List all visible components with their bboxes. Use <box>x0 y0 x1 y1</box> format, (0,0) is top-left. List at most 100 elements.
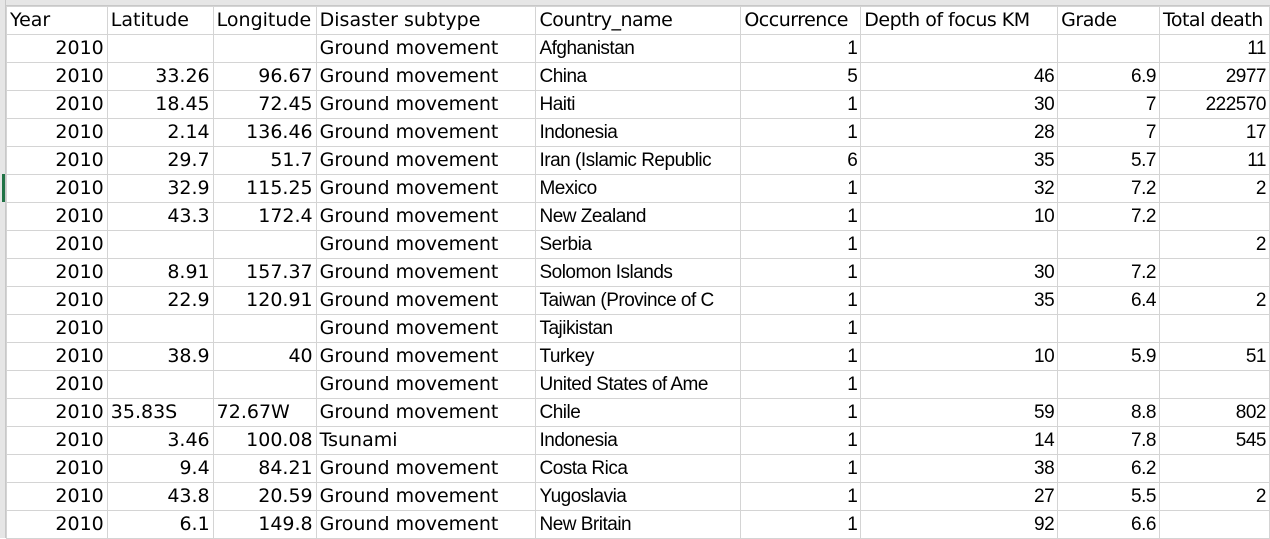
cell-grade[interactable]: 8.8 <box>1057 398 1160 427</box>
cell-year[interactable]: 2010 <box>6 482 108 511</box>
cell-longitude[interactable] <box>212 34 317 63</box>
cell-grade[interactable]: 5.7 <box>1057 146 1160 175</box>
cell-occurrence[interactable]: 1 <box>740 174 862 203</box>
cell-occurrence[interactable]: 1 <box>740 286 862 315</box>
cell-grade[interactable]: 6.9 <box>1057 62 1160 91</box>
cell-depth[interactable]: 46 <box>860 62 1059 91</box>
cell-latitude[interactable]: 3.46 <box>106 426 214 455</box>
cell-deaths[interactable] <box>1158 202 1270 231</box>
cell-year[interactable]: 2010 <box>6 90 108 119</box>
cell-depth[interactable] <box>860 370 1059 399</box>
cell-depth[interactable]: 38 <box>860 454 1059 483</box>
cell-occurrence[interactable]: 1 <box>740 398 862 427</box>
cell-year[interactable]: 2010 <box>6 370 108 399</box>
cell-subtype[interactable]: Ground movement <box>315 370 537 399</box>
cell-deaths[interactable]: 802 <box>1158 398 1270 427</box>
cell-occurrence[interactable]: 1 <box>740 90 862 119</box>
cell-country[interactable]: China <box>535 62 742 91</box>
cell-latitude[interactable] <box>106 314 214 343</box>
cell-grade[interactable] <box>1057 314 1160 343</box>
cell-subtype[interactable]: Ground movement <box>315 230 537 259</box>
cell-subtype[interactable]: Ground movement <box>315 286 537 315</box>
column-header-depth[interactable]: Depth of focus KM <box>860 6 1059 35</box>
cell-country[interactable]: Tajikistan <box>535 314 742 343</box>
cell-year[interactable]: 2010 <box>6 174 108 203</box>
cell-grade[interactable]: 7 <box>1057 118 1160 147</box>
cell-deaths[interactable]: 2 <box>1158 286 1270 315</box>
cell-grade[interactable]: 6.2 <box>1057 454 1160 483</box>
cell-subtype[interactable]: Ground movement <box>315 482 537 511</box>
cell-grade[interactable]: 6.4 <box>1057 286 1160 315</box>
cell-country[interactable]: Haiti <box>535 90 742 119</box>
cell-longitude[interactable] <box>212 370 317 399</box>
cell-longitude[interactable]: 136.46 <box>212 118 317 147</box>
cell-year[interactable]: 2010 <box>6 146 108 175</box>
cell-country[interactable]: United States of Ame <box>535 370 742 399</box>
cell-country[interactable]: Turkey <box>535 342 742 371</box>
cell-latitude[interactable]: 18.45 <box>106 90 214 119</box>
cell-deaths[interactable] <box>1158 258 1270 287</box>
cell-occurrence[interactable]: 1 <box>740 34 862 63</box>
cell-country[interactable]: Indonesia <box>535 426 742 455</box>
column-header-latitude[interactable]: Latitude <box>106 6 214 35</box>
cell-occurrence[interactable]: 6 <box>740 146 862 175</box>
cell-subtype[interactable]: Ground movement <box>315 510 537 539</box>
cell-latitude[interactable]: 33.26 <box>106 62 214 91</box>
column-header-year[interactable]: Year <box>6 6 108 35</box>
cell-subtype[interactable]: Ground movement <box>315 314 537 343</box>
cell-deaths[interactable]: 2 <box>1158 174 1270 203</box>
cell-deaths[interactable]: 11 <box>1158 34 1270 63</box>
cell-depth[interactable] <box>860 314 1059 343</box>
cell-year[interactable]: 2010 <box>6 286 108 315</box>
cell-longitude[interactable]: 157.37 <box>212 258 317 287</box>
cell-country[interactable]: Afghanistan <box>535 34 742 63</box>
cell-year[interactable]: 2010 <box>6 426 108 455</box>
cell-longitude[interactable]: 40 <box>212 342 317 371</box>
cell-longitude[interactable]: 72.67W <box>212 398 317 427</box>
cell-occurrence[interactable]: 1 <box>740 202 862 231</box>
cell-depth[interactable]: 35 <box>860 146 1059 175</box>
cell-latitude[interactable]: 29.7 <box>106 146 214 175</box>
cell-longitude[interactable]: 84.21 <box>212 454 317 483</box>
cell-subtype[interactable]: Ground movement <box>315 454 537 483</box>
cell-depth[interactable]: 14 <box>860 426 1059 455</box>
cell-year[interactable]: 2010 <box>6 342 108 371</box>
cell-depth[interactable]: 10 <box>860 202 1059 231</box>
cell-country[interactable]: Indonesia <box>535 118 742 147</box>
cell-longitude[interactable]: 20.59 <box>212 482 317 511</box>
cell-deaths[interactable]: 2977 <box>1158 62 1270 91</box>
cell-subtype[interactable]: Ground movement <box>315 342 537 371</box>
cell-longitude[interactable]: 96.67 <box>212 62 317 91</box>
cell-year[interactable]: 2010 <box>6 62 108 91</box>
cell-depth[interactable]: 35 <box>860 286 1059 315</box>
column-header-longitude[interactable]: Longitude <box>212 6 317 35</box>
cell-deaths[interactable]: 222570 <box>1158 90 1270 119</box>
cell-latitude[interactable]: 22.9 <box>106 286 214 315</box>
cell-year[interactable]: 2010 <box>6 398 108 427</box>
cell-latitude[interactable] <box>106 370 214 399</box>
cell-occurrence[interactable]: 1 <box>740 370 862 399</box>
cell-longitude[interactable] <box>212 314 317 343</box>
cell-grade[interactable]: 5.5 <box>1057 482 1160 511</box>
cell-latitude[interactable]: 9.4 <box>106 454 214 483</box>
cell-latitude[interactable]: 8.91 <box>106 258 214 287</box>
cell-subtype[interactable]: Ground movement <box>315 62 537 91</box>
cell-year[interactable]: 2010 <box>6 230 108 259</box>
cell-longitude[interactable] <box>212 230 317 259</box>
cell-deaths[interactable]: 11 <box>1158 146 1270 175</box>
cell-country[interactable]: Iran (Islamic Republic <box>535 146 742 175</box>
cell-occurrence[interactable]: 5 <box>740 62 862 91</box>
cell-year[interactable]: 2010 <box>6 314 108 343</box>
column-header-subtype[interactable]: Disaster subtype <box>315 6 537 35</box>
cell-country[interactable]: Serbia <box>535 230 742 259</box>
cell-subtype[interactable]: Ground movement <box>315 146 537 175</box>
cell-latitude[interactable] <box>106 34 214 63</box>
cell-latitude[interactable]: 38.9 <box>106 342 214 371</box>
cell-grade[interactable]: 7 <box>1057 90 1160 119</box>
cell-latitude[interactable] <box>106 230 214 259</box>
cell-longitude[interactable]: 149.8 <box>212 510 317 539</box>
cell-depth[interactable]: 30 <box>860 90 1059 119</box>
cell-occurrence[interactable]: 1 <box>740 118 862 147</box>
cell-grade[interactable] <box>1057 370 1160 399</box>
cell-grade[interactable]: 7.2 <box>1057 258 1160 287</box>
